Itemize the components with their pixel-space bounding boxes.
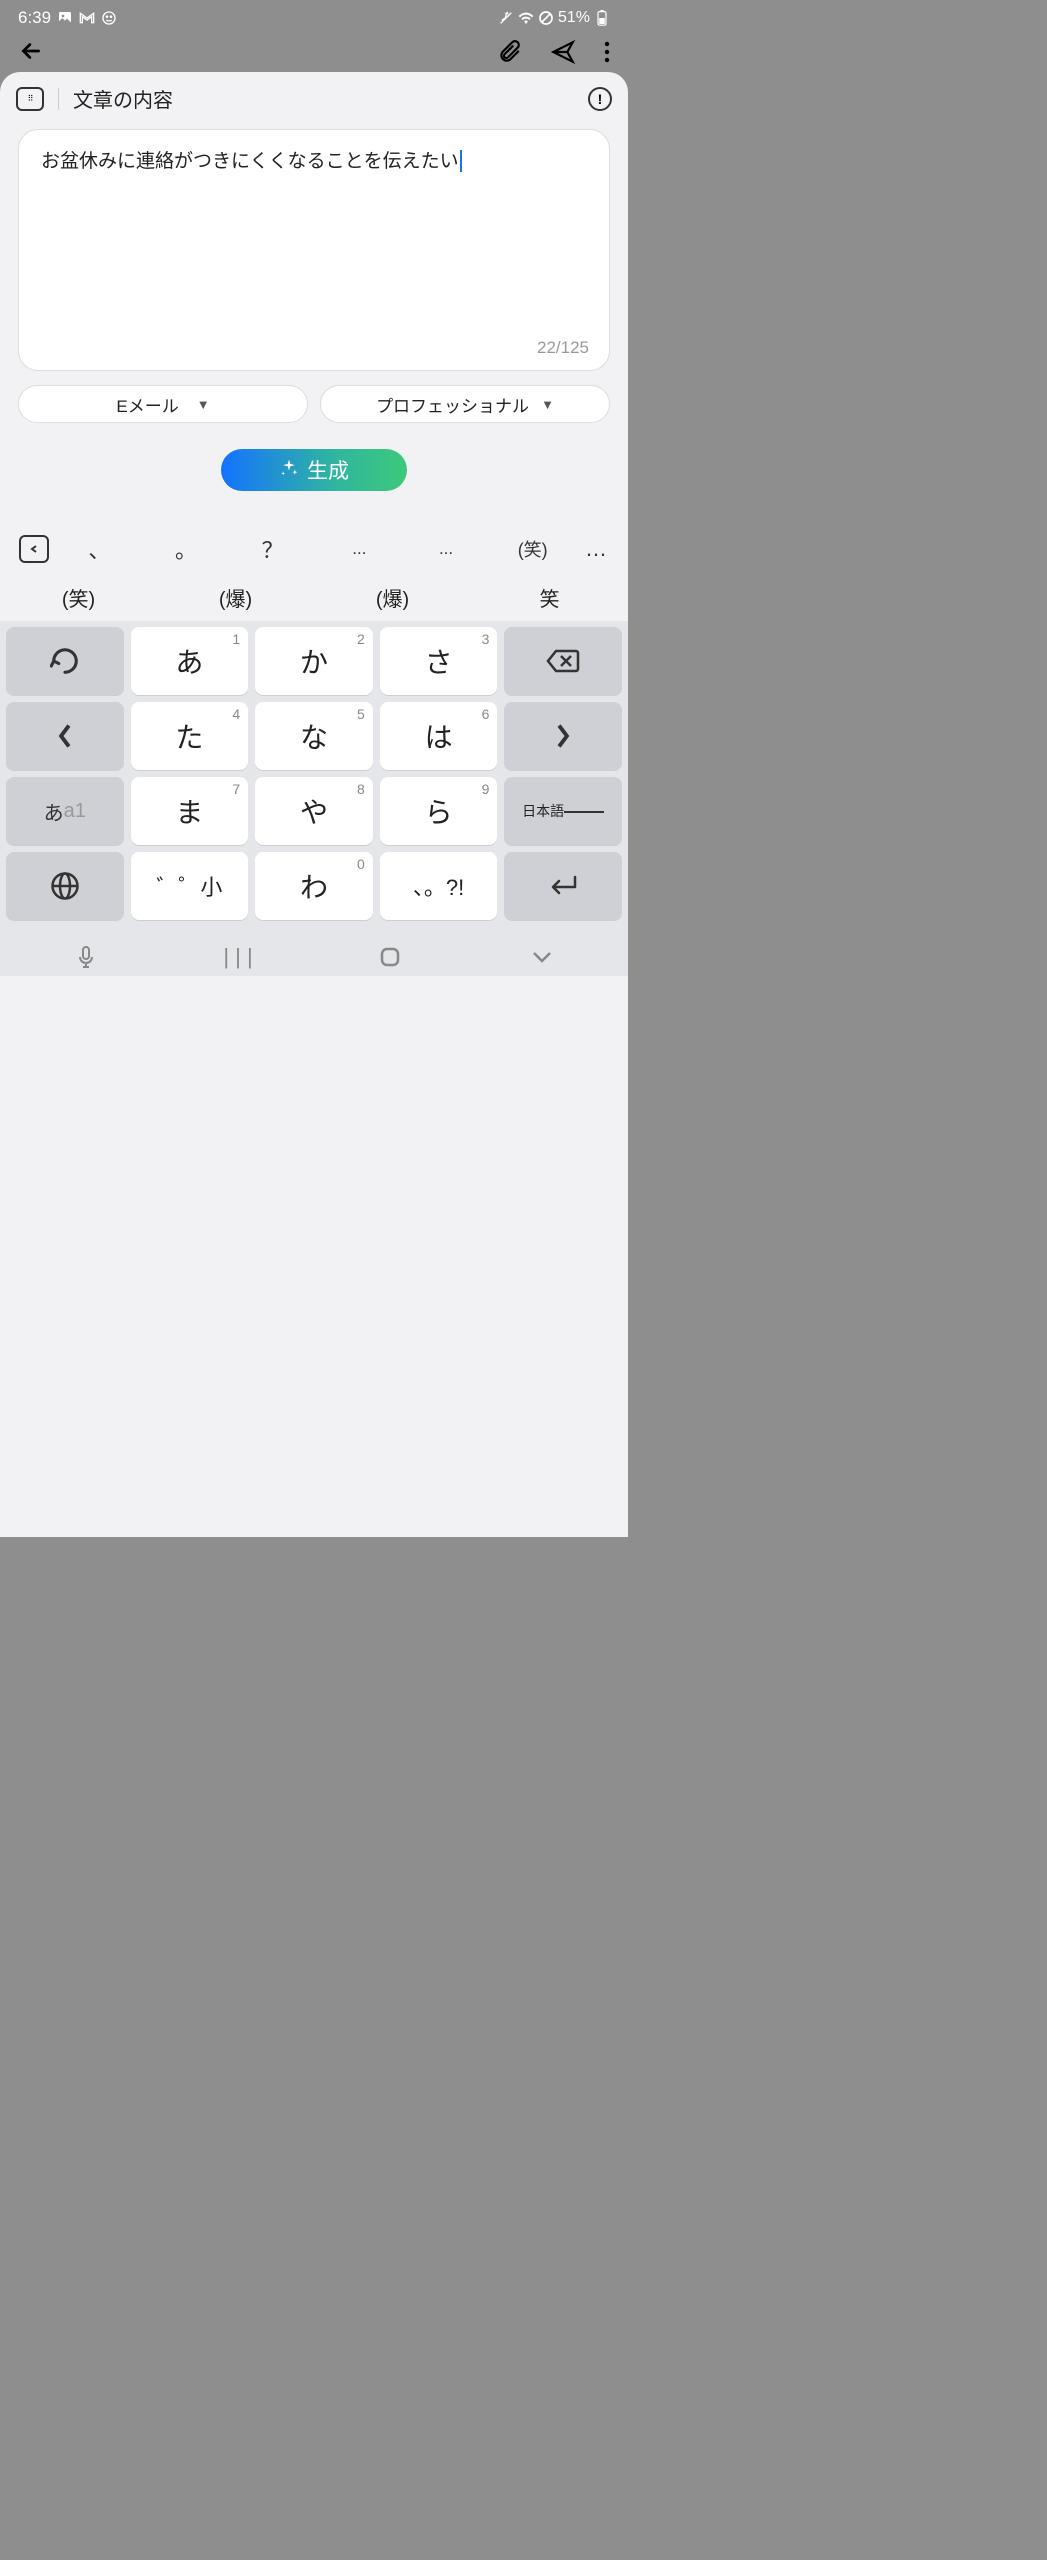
candidate[interactable]: (爆) [157,583,314,612]
keyboard-top-row: 、 。 ？ ... ... (笑) … [0,525,628,573]
type-label: Eメール [116,392,178,417]
backspace-key[interactable] [504,627,622,695]
punct-key[interactable]: 、。?! [380,852,498,920]
punct-key[interactable]: ... [403,539,490,559]
sparkle-icon [279,458,299,483]
info-icon[interactable]: ! [588,87,612,111]
input-textarea[interactable]: お盆休みに連絡がつきにくくなることを伝えたい 22/125 [18,129,610,371]
enter-key[interactable] [504,852,622,920]
left-key[interactable] [6,702,124,770]
attach-icon[interactable] [496,39,522,70]
vibrate-icon [498,10,514,26]
type-dropdown[interactable]: Eメール ▼ [18,385,308,423]
keyboard-main: あ1 か2 さ3 た4 な5 は6 あa1 ま7 や8 ら9 日本語 [0,621,628,938]
kana-key[interactable]: さ3 [380,627,498,695]
mic-icon[interactable] [10,945,162,969]
dakuten-key[interactable]: ゛゜小 [131,852,249,920]
status-time: 6:39 [18,8,51,28]
more-icon[interactable] [604,41,610,68]
text-cursor [460,150,462,172]
recents-button[interactable]: | | | [162,944,314,970]
chevron-down-icon: ▼ [197,397,210,412]
punct-key[interactable]: 。 [143,533,230,565]
kana-key[interactable]: ら9 [380,777,498,845]
char-count: 22/125 [537,338,589,358]
punct-key[interactable]: (笑) [489,536,576,562]
mode-key[interactable]: あa1 [6,777,124,845]
divider [58,88,59,110]
undo-key[interactable] [6,627,124,695]
home-button[interactable] [314,946,466,968]
candidate[interactable]: 笑 [471,583,628,612]
punct-key[interactable]: 、 [56,533,143,565]
generate-label: 生成 [307,455,349,485]
punct-key[interactable]: ？ [229,533,316,565]
candidate[interactable]: (笑) [0,583,157,612]
kana-key[interactable]: な5 [255,702,373,770]
back-button[interactable] [18,38,44,71]
kana-key[interactable]: わ0 [255,852,373,920]
kana-key[interactable]: は6 [380,702,498,770]
kana-key[interactable]: た4 [131,702,249,770]
kana-key[interactable]: か2 [255,627,373,695]
send-icon[interactable] [550,39,576,70]
page-title: 文章の内容 [73,84,574,113]
tone-label: プロフェッショナル [376,392,529,417]
candidate[interactable]: (爆) [314,583,471,612]
app-bar [0,36,628,72]
status-bar: 6:39 51% [0,0,628,36]
kana-key[interactable]: や8 [255,777,373,845]
globe-key[interactable] [6,852,124,920]
compose-overlay: ⠿ 文章の内容 ! お盆休みに連絡がつきにくくなることを伝えたい 22/125 … [0,72,628,1537]
block-icon [538,10,554,26]
punct-key[interactable]: ... [316,539,403,559]
nav-bar: | | | [0,938,628,976]
tone-dropdown[interactable]: プロフェッショナル ▼ [320,385,610,423]
lang-key[interactable]: 日本語 [504,777,622,845]
generate-button[interactable]: 生成 [221,449,407,491]
wifi-icon [518,10,534,26]
chevron-down-icon: ▼ [541,397,554,412]
keyboard-mode-icon[interactable]: ⠿ [16,87,44,111]
kana-key[interactable]: ま7 [131,777,249,845]
battery-percent: 51% [558,9,590,27]
punct-key[interactable]: … [576,536,616,562]
photo-icon [57,10,73,26]
face-icon [101,10,117,26]
right-key[interactable] [504,702,622,770]
kana-key[interactable]: あ1 [131,627,249,695]
hide-keyboard-button[interactable] [12,535,56,563]
battery-icon [594,10,610,26]
gmail-icon [79,10,95,26]
candidate-row: (笑) (爆) (爆) 笑 [0,573,628,621]
input-text-content: お盆休みに連絡がつきにくくなることを伝えたい [41,151,459,172]
back-nav-button[interactable] [466,950,618,964]
